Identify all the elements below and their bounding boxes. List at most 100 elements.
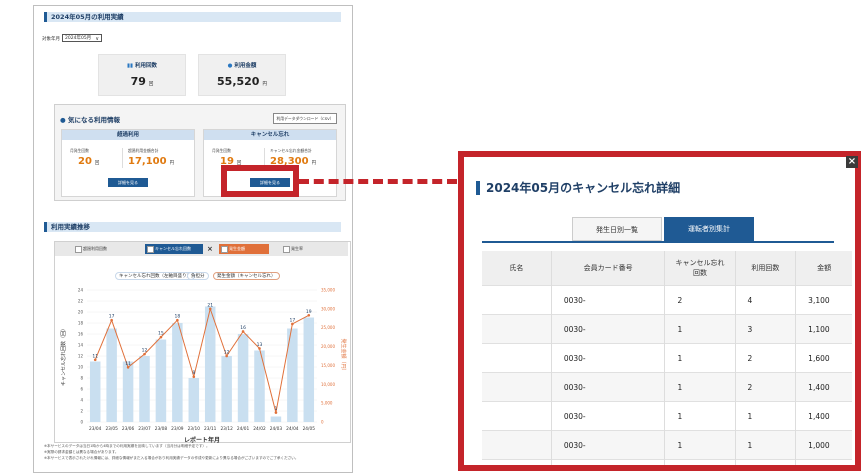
x-tick-label: 24/02	[253, 426, 266, 432]
overuse-detail-button[interactable]: 詳細を見る	[108, 178, 148, 187]
y-right-tick-label: 10,000	[321, 382, 335, 387]
col-header-usage-count: 利用回数	[735, 251, 797, 286]
legend-rate-label: 発生率	[291, 246, 303, 251]
usage-section-title: 2024年05月の利用実績	[44, 12, 341, 22]
cancel-detail-modal: 2024年05月のキャンセル忘れ詳細 発生日別一覧 運転者別集計 氏名 会員カー…	[458, 151, 861, 471]
cell-cancel-count: 1	[664, 430, 736, 460]
usage-count-unit: 回	[148, 82, 154, 87]
chart-bar	[270, 416, 282, 422]
legend-cancel-label: キャンセル忘れ回数	[155, 246, 191, 251]
data-label: 15	[158, 331, 164, 337]
x-tick-label: 23/09	[171, 426, 184, 432]
y-left-tick-label: 22	[78, 299, 84, 304]
overuse-count-value: 20	[78, 156, 92, 167]
y-left-axis-label: キャンセル忘れ回数（回）	[60, 326, 67, 386]
csv-download-button[interactable]: 利用データダウンロード（CSV）	[273, 113, 337, 124]
search-icon: ●	[60, 116, 66, 124]
overuse-amount-label: 超過利用金額合計	[128, 148, 159, 153]
cell-cancel-count: 1	[664, 314, 736, 344]
x-tick-label: 23/04	[89, 426, 102, 432]
y-right-tick-label: 5,000	[321, 401, 333, 406]
data-label: 17	[289, 317, 295, 323]
cancel-forget-title: キャンセル忘れ	[204, 130, 336, 140]
cell-name	[482, 430, 552, 460]
table-row: 0030- 2 4 3,100	[482, 285, 852, 315]
month-select-value: 2024年05月	[65, 36, 92, 41]
chart-bar	[172, 323, 183, 422]
cell-cancel-count: 2	[664, 285, 736, 315]
cell-name	[482, 314, 552, 344]
cancel-amount-unit: 円	[311, 161, 317, 166]
legend-amount-toggle[interactable]: 発生金額	[219, 244, 269, 254]
note-line: ※実際の請求金額とは異なる場合があります。	[44, 450, 119, 454]
col-header-cancel-count: キャンセル忘れ 回数	[664, 251, 736, 286]
x-tick-label: 23/07	[138, 426, 151, 432]
x-tick-label: 24/01	[237, 426, 250, 432]
checkbox-checked	[147, 246, 154, 253]
y-left-tick-label: 16	[78, 332, 84, 337]
tab-by-driver[interactable]: 運転者別集計	[664, 217, 754, 241]
chart-bar	[89, 361, 101, 422]
chart-bar	[237, 334, 249, 422]
cancel-amount-label: キャンセル忘れ金額合計	[270, 148, 312, 153]
cell-cancel-count: 1	[664, 459, 736, 465]
table-row: 0030- 1 1 1,400	[482, 401, 852, 431]
data-label: 21	[207, 302, 213, 308]
x-tick-label: 23/10	[188, 426, 201, 432]
month-select[interactable]: 2024年05月 ∨	[62, 34, 102, 42]
cell-usage-count: 4	[735, 285, 797, 315]
y-left-tick-label: 4	[80, 398, 83, 403]
cell-name	[482, 459, 552, 465]
data-label: 12	[224, 350, 230, 356]
cell-amount: 1,000	[795, 430, 852, 460]
data-label: 17	[109, 314, 115, 320]
cell-card-number: 0030-	[551, 401, 666, 431]
table-row: 0030- 1 2 1,600	[482, 343, 852, 373]
concern-title: 気になる利用情報	[67, 116, 120, 124]
usage-count-value: 79	[130, 75, 146, 88]
data-label: 8	[192, 370, 195, 376]
bar-chart-icon: ▮▮	[127, 63, 134, 69]
cell-amount: 1,600	[795, 343, 852, 373]
dashboard-page: 2024年05月の利用実績 対象年月 2024年05月 ∨ ▮▮ 利用回数 79…	[33, 5, 353, 473]
close-icon[interactable]: ×	[846, 156, 858, 168]
legend-rate-toggle[interactable]: 発生率	[281, 244, 321, 254]
table-header-row: 氏名 会員カード番号 キャンセル忘れ 回数 利用回数 金額	[482, 251, 852, 286]
cell-name	[482, 372, 552, 402]
concern-info-panel: ● 気になる利用情報 利用データダウンロード（CSV） 超過利用 月発生回数 2…	[54, 104, 346, 201]
y-left-tick-label: 6	[80, 387, 83, 392]
y-left-tick-label: 12	[78, 354, 84, 359]
y-right-tick-label: 20,000	[321, 344, 335, 349]
overuse-count-label: 月発生回数	[70, 148, 89, 153]
cell-usage-count: 2	[735, 343, 797, 373]
checkbox	[75, 246, 82, 253]
overuse-amount-value: 17,100	[128, 156, 167, 167]
cell-amount: 1,100	[795, 314, 852, 344]
legend-cancel-toggle[interactable]: キャンセル忘れ回数	[145, 244, 203, 254]
usage-amount-card: ● 利用金額 55,520 円	[198, 54, 286, 96]
table-row: 0030- 1 2 1,400	[482, 372, 852, 402]
trend-section-title: 利用実績推移	[44, 222, 341, 232]
modal-tabs: 発生日別一覧 運転者別集計	[482, 215, 834, 243]
cell-card-number: 0030-	[551, 459, 666, 465]
table-row: 0030-121,900	[482, 459, 852, 465]
usage-amount-label: 利用金額	[234, 63, 257, 69]
data-label: 19	[306, 309, 312, 315]
chart-bar	[106, 328, 117, 422]
modal-title: 2024年05月のキャンセル忘れ詳細	[476, 181, 680, 195]
cell-amount: 1,900	[795, 459, 852, 465]
yen-icon: ●	[227, 63, 233, 69]
cell-name	[482, 285, 552, 315]
y-left-tick-label: 14	[78, 343, 84, 348]
tab-by-date[interactable]: 発生日別一覧	[572, 217, 662, 241]
chart-bar	[303, 317, 315, 422]
cell-usage-count: 1	[735, 430, 797, 460]
legend-close-icon[interactable]: ×	[205, 244, 215, 254]
y-left-tick-label: 0	[80, 420, 83, 425]
legend-overuse-toggle[interactable]: 超過利用回数	[73, 244, 133, 254]
x-tick-label: 23/11	[204, 426, 217, 432]
cell-usage-count: 1	[735, 401, 797, 431]
y-left-tick-label: 20	[78, 310, 84, 315]
chart-bar	[122, 361, 134, 422]
col-header-card-number: 会員カード番号	[551, 251, 666, 286]
